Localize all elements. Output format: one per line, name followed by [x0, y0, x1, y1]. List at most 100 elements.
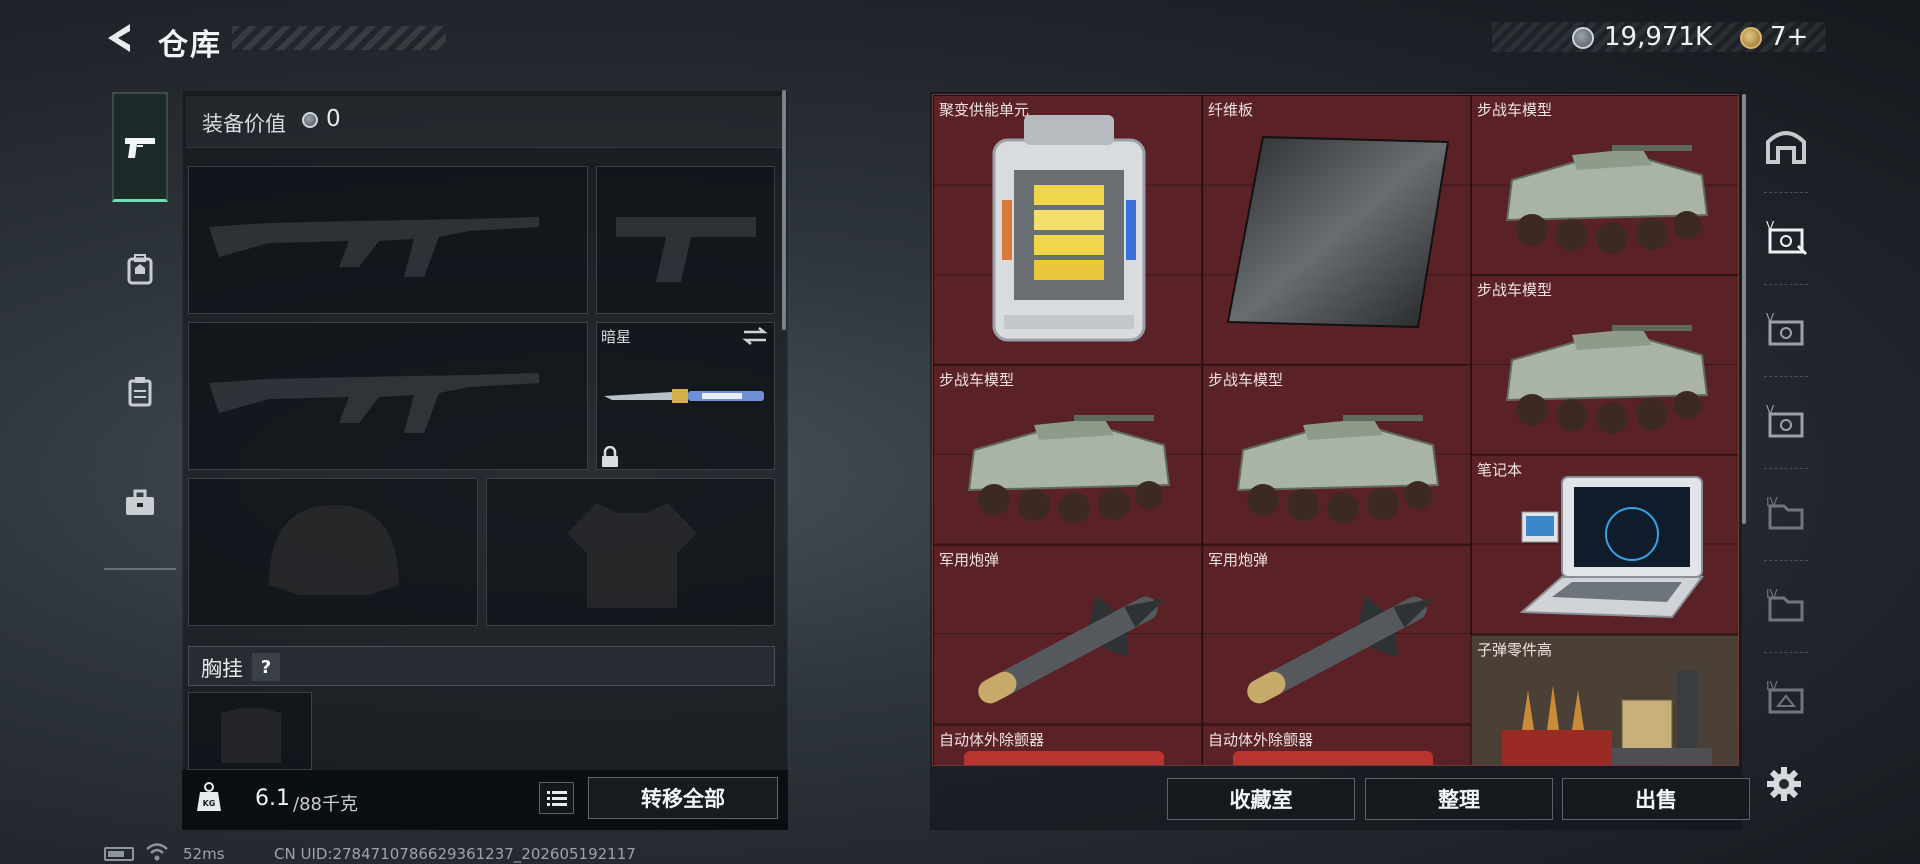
military-shell-icon: [1247, 595, 1435, 704]
stash-tab-3-icon: V: [1766, 403, 1804, 438]
tab-stash-5[interactable]: IV: [1756, 564, 1816, 644]
weight-icon: KG: [197, 782, 221, 811]
ticket-value: 7+: [1770, 22, 1809, 52]
stash-grid: 聚变供能单元 纤维板 步战车模型 步战车模型 步战车模型 步战车模型 笔记本 军…: [932, 94, 1739, 766]
title-decoration: [232, 26, 446, 50]
tab-vest[interactable]: [112, 336, 168, 446]
fusion-cell-icon: [992, 115, 1146, 342]
ammo-parts-icon: [1502, 670, 1712, 765]
stash-item-defibrillator[interactable]: 自动体外除颤器: [1202, 725, 1471, 765]
helmet-slot[interactable]: [188, 478, 478, 626]
rifle-silhouette-icon: [209, 373, 539, 433]
rifle-silhouette-icon: [209, 217, 539, 277]
item-name: 子弹零件高: [1477, 641, 1553, 659]
weight-icon-text: KG: [203, 799, 216, 808]
tab-stash-2[interactable]: V: [1756, 288, 1816, 368]
tab-weapons[interactable]: [112, 92, 168, 202]
knife-icon: [604, 389, 764, 403]
laptop-icon: [1519, 476, 1704, 619]
backpack-icon: [127, 254, 153, 285]
armor-slot[interactable]: [486, 478, 775, 626]
stash-item-military-shell[interactable]: 军用炮弹: [933, 545, 1202, 725]
coin-icon: [1572, 27, 1594, 49]
stash-scrollbar[interactable]: [1742, 94, 1746, 524]
stash-tab-2-icon: V: [1766, 311, 1804, 346]
toolbox-icon: [126, 489, 154, 515]
tab-stash-3[interactable]: V: [1756, 380, 1816, 460]
item-name: 步战车模型: [939, 371, 1015, 389]
collection-room-button[interactable]: 收藏室: [1167, 778, 1355, 820]
user-uid: CN UID:2784710786629361237_202605192117: [274, 845, 636, 863]
category-tabs: [104, 86, 176, 570]
stash-item-fusion-cell[interactable]: 聚变供能单元: [933, 95, 1202, 365]
item-name: 步战车模型: [1477, 281, 1553, 299]
list-view-button[interactable]: [539, 782, 574, 814]
tab-stash-4[interactable]: IV: [1756, 472, 1816, 552]
ifv-model-icon: [967, 415, 1171, 524]
stash-item-defibrillator[interactable]: 自动体外除颤器: [933, 725, 1202, 765]
tab-home[interactable]: [1756, 104, 1816, 184]
chest-rig-slot[interactable]: [188, 692, 312, 770]
gear-icon[interactable]: [1766, 766, 1802, 802]
stash-item-ammo-parts[interactable]: 子弹零件高: [1471, 635, 1738, 765]
stash-item-ifv-model[interactable]: 步战车模型: [1202, 365, 1471, 545]
stash-item-ifv-model[interactable]: 步战车模型: [1471, 275, 1738, 455]
tab-stash-1[interactable]: V: [1756, 196, 1816, 276]
melee-weapon-name: 暗星: [601, 328, 632, 346]
stash-item-ifv-model[interactable]: 步战车模型: [1471, 95, 1738, 275]
defibrillator-icon: [964, 751, 1164, 765]
tab-backpack[interactable]: [112, 214, 168, 324]
ticket-icon: [1740, 27, 1762, 49]
weight-current: 6.1: [255, 786, 290, 811]
money-value: 19,971K: [1604, 22, 1713, 52]
stash-tab-6-icon: IV: [1766, 679, 1804, 714]
armor-silhouette-icon: [567, 503, 697, 608]
ifv-model-icon: [1236, 415, 1440, 524]
item-name: 步战车模型: [1208, 371, 1284, 389]
stash-tabs: V V V IV IV IV: [1756, 92, 1816, 830]
help-button[interactable]: ?: [252, 653, 280, 681]
ping-value: 52ms: [183, 845, 225, 863]
sell-button[interactable]: 出售: [1562, 778, 1750, 820]
pistol-icon: [125, 137, 155, 158]
equip-value: 0: [326, 106, 341, 132]
item-name: 纤维板: [1208, 101, 1254, 119]
chest-rig-silhouette-icon: [221, 708, 281, 763]
back-arrow-icon[interactable]: [100, 18, 140, 58]
coin-icon: [302, 112, 318, 128]
equip-value-label: 装备价值: [202, 112, 286, 136]
stash-item-laptop[interactable]: 笔记本: [1471, 455, 1738, 635]
item-name: 军用炮弹: [1208, 551, 1269, 569]
tab-stash-6[interactable]: IV: [1756, 656, 1816, 736]
weight-max: /88千克: [293, 794, 358, 815]
ifv-model-icon: [1505, 325, 1709, 434]
stash-tab-1-icon: V: [1766, 219, 1808, 256]
lock-icon: [602, 446, 618, 467]
vest-icon: [128, 377, 152, 407]
list-icon: [546, 791, 567, 806]
stash-item-ifv-model[interactable]: 步战车模型: [933, 365, 1202, 545]
helmet-silhouette-icon: [269, 505, 399, 595]
home-icon: [1766, 131, 1806, 164]
defibrillator-icon: [1233, 751, 1433, 765]
military-shell-icon: [978, 595, 1166, 704]
pistol-slot[interactable]: [596, 166, 775, 314]
tab-toolbox[interactable]: [112, 448, 168, 558]
stash-item-carbon-fiber-board[interactable]: 纤维板: [1202, 95, 1471, 365]
page-title: 仓库: [158, 28, 222, 63]
wifi-icon: [146, 843, 168, 861]
transfer-all-button[interactable]: 转移全部: [588, 777, 778, 819]
item-name: 步战车模型: [1477, 101, 1553, 119]
ifv-model-icon: [1505, 145, 1709, 254]
swap-icon[interactable]: [742, 326, 768, 346]
stash-tab-4-icon: IV: [1766, 495, 1804, 530]
item-name: 军用炮弹: [939, 551, 1000, 569]
battery-icon: [104, 847, 134, 861]
loadout-scrollbar[interactable]: [782, 90, 786, 330]
stash-tab-5-icon: IV: [1766, 587, 1804, 622]
sort-button[interactable]: 整理: [1365, 778, 1553, 820]
primary-weapon-slot-2[interactable]: [188, 322, 588, 470]
primary-weapon-slot-1[interactable]: [188, 166, 588, 314]
stash-item-military-shell[interactable]: 军用炮弹: [1202, 545, 1471, 725]
pistol-silhouette-icon: [616, 217, 756, 282]
